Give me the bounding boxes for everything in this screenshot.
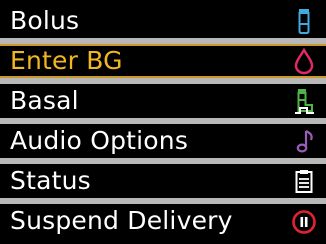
- bolus-vial-icon: [290, 7, 318, 35]
- menu-item-label: Basal: [10, 86, 79, 115]
- menu-item-status[interactable]: Status: [0, 164, 326, 198]
- music-note-icon: [290, 127, 318, 155]
- menu-item-label: Enter BG: [10, 46, 123, 75]
- basal-bottle-icon: [290, 87, 318, 115]
- menu-item-label: Audio Options: [10, 126, 189, 155]
- clipboard-icon: [290, 167, 318, 195]
- pump-main-menu: Bolus Enter BG Basal Audio Options Statu…: [0, 0, 326, 244]
- blood-drop-icon: [290, 47, 318, 75]
- menu-item-enter-bg[interactable]: Enter BG: [0, 44, 326, 78]
- menu-item-label: Suspend Delivery: [10, 206, 233, 235]
- menu-item-bolus[interactable]: Bolus: [0, 4, 326, 38]
- pause-circle-icon: [290, 207, 318, 235]
- menu-item-label: Bolus: [10, 6, 80, 35]
- menu-item-basal[interactable]: Basal: [0, 84, 326, 118]
- menu-item-label: Status: [10, 166, 91, 195]
- menu-item-audio-options[interactable]: Audio Options: [0, 124, 326, 158]
- menu-item-suspend-delivery[interactable]: Suspend Delivery: [0, 204, 326, 238]
